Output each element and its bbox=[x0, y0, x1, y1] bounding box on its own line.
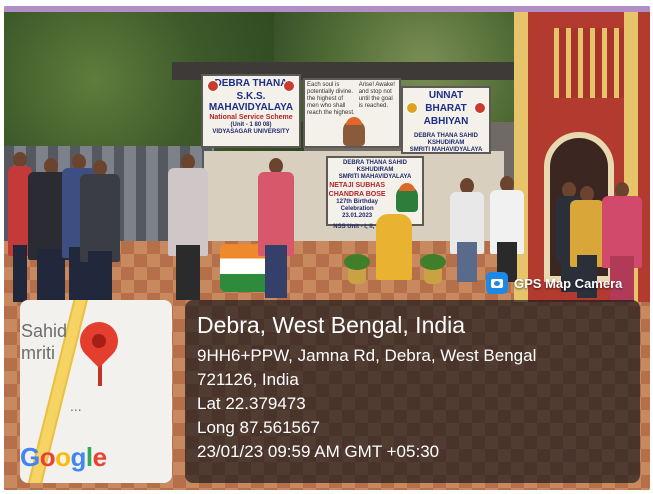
banner-netaji-line2: SMRITI MAHAVIDYALAYA bbox=[338, 174, 412, 180]
address-line-1: 9HH6+PPW, Jamna Rd, Debra, West Bengal bbox=[197, 346, 537, 365]
banner-netaji-line4: 127th Birthday Celebration 23.01.2023 bbox=[336, 199, 378, 219]
banner-uba-line5: SMRITI MAHAVIDYALAYA bbox=[409, 147, 483, 153]
banner-quote: Each soul is potentially divine. the hig… bbox=[303, 78, 401, 148]
banner-netaji: DEBRA THANA SAHID KSHUDIRAM SMRITI MAHAV… bbox=[326, 156, 424, 230]
nss-emblem-icon bbox=[207, 80, 219, 92]
banner-nss-line2: S.K.S. MAHAVIDYALAYA bbox=[208, 91, 294, 113]
banner-unnat-bharat: UNNAT BHARAT ABHIYAN DEBRA THANA SAHID K… bbox=[401, 86, 491, 154]
banner-quote-text1: Arise! Awake! and stop not until the goa… bbox=[358, 82, 395, 109]
map-thumbnail: Sahid mriti ... Google bbox=[20, 300, 172, 483]
banner-nss-line3: National Service Scheme bbox=[209, 114, 293, 121]
person bbox=[490, 176, 524, 282]
banner-nss-line4: (Unit - 1 80 08) bbox=[230, 122, 272, 128]
person bbox=[80, 160, 120, 306]
location-info-card: Debra, West Bengal, India 9HH6+PPW, Jamn… bbox=[185, 300, 640, 483]
gps-camera-icon bbox=[486, 272, 508, 294]
banner-nss: DEBRA THANA S.K.S. MAHAVIDYALAYA Nationa… bbox=[201, 74, 301, 148]
longitude: Long 87.561567 bbox=[197, 418, 320, 437]
college-emblem-icon bbox=[474, 102, 486, 114]
map-place-line2: mriti bbox=[21, 343, 55, 363]
banner-netaji-line3: NETAJI SUBHAS CHANDRA BOSE bbox=[328, 182, 386, 198]
potted-plant bbox=[344, 254, 370, 284]
potted-plant bbox=[420, 254, 446, 284]
gps-map-camera-label: GPS Map Camera bbox=[480, 270, 628, 296]
person bbox=[258, 158, 294, 298]
google-logo: Google bbox=[20, 442, 107, 472]
banner-nss-line5: VIDYASAGAR UNIVERSITY bbox=[212, 129, 290, 135]
address-line-2: 721126, India bbox=[197, 370, 299, 389]
banner-uba-line4: DEBRA THANA SAHID KSHUDIRAM bbox=[414, 133, 478, 146]
building-balcony bbox=[554, 28, 624, 98]
gps-camera-text: GPS Map Camera bbox=[514, 275, 623, 291]
banner-uba-line1: UNNAT bbox=[428, 90, 464, 101]
netaji-portrait-icon bbox=[396, 183, 418, 212]
latitude: Lat 22.379473 bbox=[197, 394, 306, 413]
location-title: Debra, West Bengal, India bbox=[197, 312, 466, 338]
floral-altar bbox=[376, 214, 412, 280]
map-place-label: Sahid mriti bbox=[21, 320, 67, 364]
timestamp: 23/01/23 09:59 AM GMT +05:30 bbox=[197, 442, 440, 461]
vivekananda-portrait-icon bbox=[343, 117, 365, 146]
person bbox=[168, 154, 208, 300]
banner-netaji-line1: DEBRA THANA SAHID KSHUDIRAM bbox=[343, 160, 407, 173]
banner-quote-text2: Each soul is potentially divine. the hig… bbox=[307, 82, 355, 116]
banner-uba-line3: ABHIYAN bbox=[423, 116, 469, 127]
uba-logo-icon bbox=[406, 102, 418, 114]
person bbox=[450, 178, 484, 282]
university-emblem-icon bbox=[283, 80, 295, 92]
map-ellipsis: ... bbox=[70, 398, 82, 414]
map-place-line1: Sahid bbox=[21, 321, 68, 341]
